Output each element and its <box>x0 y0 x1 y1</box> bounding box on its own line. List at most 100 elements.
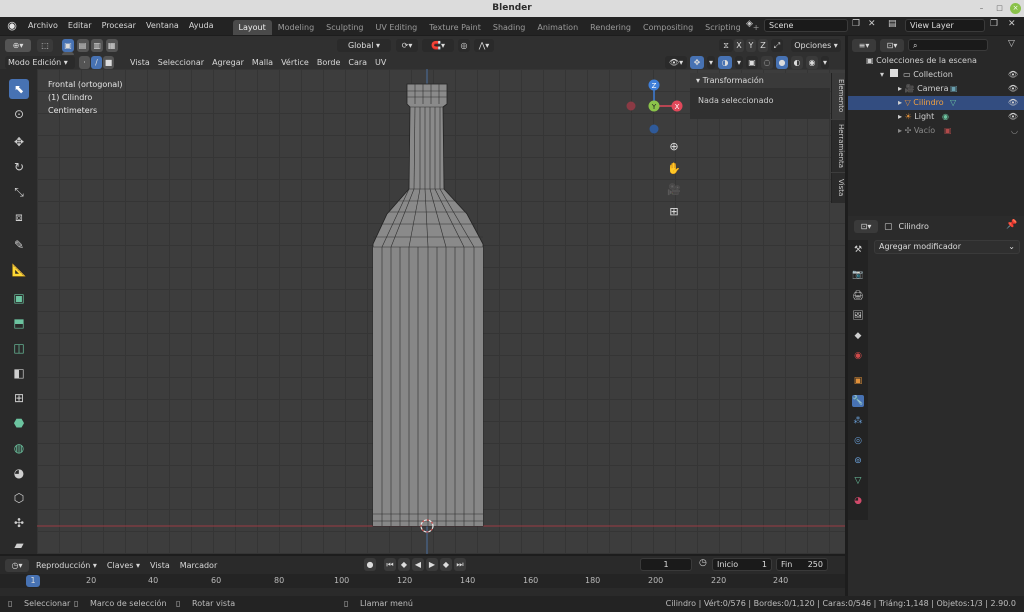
menu-ayuda[interactable]: Ayuda <box>184 17 219 35</box>
menu-vista[interactable]: Vista <box>126 58 154 67</box>
annotate-tool-icon[interactable]: ✎ <box>9 235 29 255</box>
falloff-dropdown[interactable]: ⋀▾ <box>474 39 494 52</box>
navigation-gizmo[interactable]: Z Y X <box>622 76 686 136</box>
mirror-icon[interactable]: ⧖ <box>719 39 733 52</box>
select-invert-icon[interactable]: ▦ <box>105 39 118 52</box>
gizmo-dropdown-icon[interactable]: ▾ <box>707 56 715 69</box>
current-frame-field[interactable]: 1 <box>640 558 692 571</box>
frame-ruler[interactable]: 1 20 40 60 80 100 120 140 160 180 200 22… <box>0 574 845 588</box>
menu-seleccionar[interactable]: Seleccionar <box>154 58 208 67</box>
gizmo-neg-z-axis[interactable] <box>649 124 659 134</box>
axis-z-toggle[interactable]: Z <box>758 39 768 52</box>
tab-compositing[interactable]: Compositing <box>637 20 699 35</box>
eye-icon[interactable]: 👁 <box>1008 96 1018 110</box>
inset-tool-icon[interactable]: ◫ <box>9 338 29 358</box>
marker-menu[interactable]: Marcador <box>177 561 220 570</box>
transform-tool-icon[interactable]: ⧈ <box>9 207 29 227</box>
outliner-display-mode-button[interactable]: ⊡▾ <box>880 39 904 52</box>
menu-borde[interactable]: Borde <box>313 58 345 67</box>
next-keyframe-icon[interactable]: ◆ <box>440 558 452 571</box>
overlay-toggle-icon[interactable]: ◑ <box>718 56 732 69</box>
properties-editor-type-button[interactable]: ⊡▾ <box>854 220 878 233</box>
menu-agregar[interactable]: Agregar <box>208 58 248 67</box>
rip-tool-icon[interactable]: ▰ <box>9 535 29 555</box>
select-subtract-icon[interactable]: ▥ <box>91 39 104 52</box>
render-properties-icon[interactable]: 📷 <box>852 269 864 281</box>
timeline-editor-type-button[interactable]: ◷▾ <box>5 558 29 572</box>
outliner-item-vacio[interactable]: ▸ ✣ Vacío ▣ ◡ <box>848 124 1024 138</box>
end-frame-field[interactable]: Fin 250 <box>776 558 828 571</box>
menu-uv[interactable]: UV <box>371 58 390 67</box>
tab-modeling[interactable]: Modeling <box>272 20 320 35</box>
blender-logo-icon[interactable]: ◉ <box>5 19 19 33</box>
overlay-dropdown-icon[interactable]: ▾ <box>735 56 743 69</box>
tab-sculpting[interactable]: Sculpting <box>320 20 369 35</box>
perspective-grid-icon[interactable]: ⊞ <box>665 203 683 221</box>
eye-hidden-icon[interactable]: ◡ <box>1011 124 1018 138</box>
menu-archivo[interactable]: Archivo <box>23 17 63 35</box>
rendered-shading-icon[interactable]: ◉ <box>806 56 818 69</box>
object-properties-icon[interactable]: ▣ <box>852 375 864 387</box>
expand-arrow-icon[interactable]: ▾ <box>880 70 884 79</box>
outliner-item-collection[interactable]: ▾ ▭ Collection 👁 <box>848 68 1024 82</box>
outliner-filter-icon[interactable]: ▽ <box>1008 39 1015 49</box>
tab-uv-editing[interactable]: UV Editing <box>370 20 424 35</box>
expand-arrow-icon[interactable]: ▸ <box>898 126 902 135</box>
loop-cut-tool-icon[interactable]: ⊞ <box>9 388 29 408</box>
sidebar-tab-elemento[interactable]: Elemento <box>831 73 845 119</box>
proportional-edit-icon[interactable]: ◎ <box>458 39 470 52</box>
extrude-tool-icon[interactable]: ⬒ <box>9 313 29 333</box>
eye-icon[interactable]: 👁 <box>1008 68 1018 82</box>
tab-shading[interactable]: Shading <box>487 20 532 35</box>
select-tool-icon[interactable]: ⬚ <box>37 39 53 52</box>
view-layer-icon[interactable]: ▤ <box>888 19 902 32</box>
select-box-tool-icon[interactable]: ⬉ <box>9 79 29 99</box>
tab-texture-paint[interactable]: Texture Paint <box>423 20 487 35</box>
new-view-layer-icon[interactable]: ❐ <box>990 19 1002 32</box>
scene-icon[interactable]: ◈ <box>746 19 760 32</box>
jump-start-icon[interactable]: ⏮ <box>384 558 396 571</box>
modifier-properties-icon[interactable]: 🔧 <box>852 395 864 407</box>
sidebar-tab-vista[interactable]: Vista <box>831 173 845 203</box>
tab-rendering[interactable]: Rendering <box>584 20 637 35</box>
stopwatch-icon[interactable]: ◷ <box>699 558 707 568</box>
physics-properties-icon[interactable]: ◎ <box>852 435 864 447</box>
add-cube-tool-icon[interactable]: ▣ <box>9 288 29 308</box>
edge-select-icon[interactable]: / <box>91 55 102 69</box>
world-properties-icon[interactable]: ◉ <box>852 350 864 362</box>
3d-viewport[interactable] <box>37 69 845 554</box>
menu-cara[interactable]: Cara <box>344 58 371 67</box>
editor-type-button[interactable]: ⊕▾ <box>5 39 31 52</box>
outliner-item-camera[interactable]: ▸ 🎥 Camera ▣ 👁 <box>848 82 1024 96</box>
mesh-data-properties-icon[interactable]: ▽ <box>852 475 864 487</box>
play-reverse-icon[interactable]: ◀ <box>412 558 424 571</box>
outliner-search-input[interactable]: ⌕ <box>908 39 988 51</box>
snap-toggle[interactable]: 🧲▾ <box>422 39 454 52</box>
camera-view-icon[interactable]: 🎥 <box>665 181 683 199</box>
sidebar-tab-herramienta[interactable]: Herramienta <box>831 120 845 172</box>
menu-procesar[interactable]: Procesar <box>97 17 141 35</box>
outliner-item-cilindro[interactable]: ▸ ▽ Cilindro ▽ 👁 <box>848 96 1024 110</box>
outliner-root[interactable]: ▣ Colecciones de la escena <box>848 54 1024 68</box>
delete-scene-icon[interactable]: ✕ <box>868 19 880 32</box>
solid-shading-icon[interactable]: ● <box>776 56 788 69</box>
pan-hand-icon[interactable]: ✋ <box>665 160 683 178</box>
transform-panel-header[interactable]: ▾ Transformación <box>690 73 830 88</box>
bevel-tool-icon[interactable]: ◧ <box>9 363 29 383</box>
checkbox-icon[interactable] <box>889 69 898 77</box>
visibility-icon[interactable]: 👁▾ <box>665 56 687 69</box>
constraints-properties-icon[interactable]: ⊚ <box>852 455 864 467</box>
rotate-tool-icon[interactable]: ↻ <box>9 157 29 177</box>
face-select-icon[interactable]: ■ <box>103 55 114 69</box>
tab-layout[interactable]: Layout <box>232 19 272 35</box>
auto-merge-icon[interactable]: ⤢ <box>771 39 783 52</box>
expand-arrow-icon[interactable]: ▸ <box>898 112 902 121</box>
menu-editar[interactable]: Editar <box>63 17 97 35</box>
axis-x-toggle[interactable]: X <box>734 39 744 52</box>
vertex-select-icon[interactable]: · <box>79 55 90 69</box>
shear-tool-icon[interactable]: ✣ <box>9 513 29 533</box>
select-new-icon[interactable]: ▣ <box>62 39 74 52</box>
tab-animation[interactable]: Animation <box>531 20 584 35</box>
pivot-dropdown[interactable]: ⟳▾ <box>396 39 418 52</box>
wireframe-shading-icon[interactable]: ◌ <box>761 56 773 69</box>
